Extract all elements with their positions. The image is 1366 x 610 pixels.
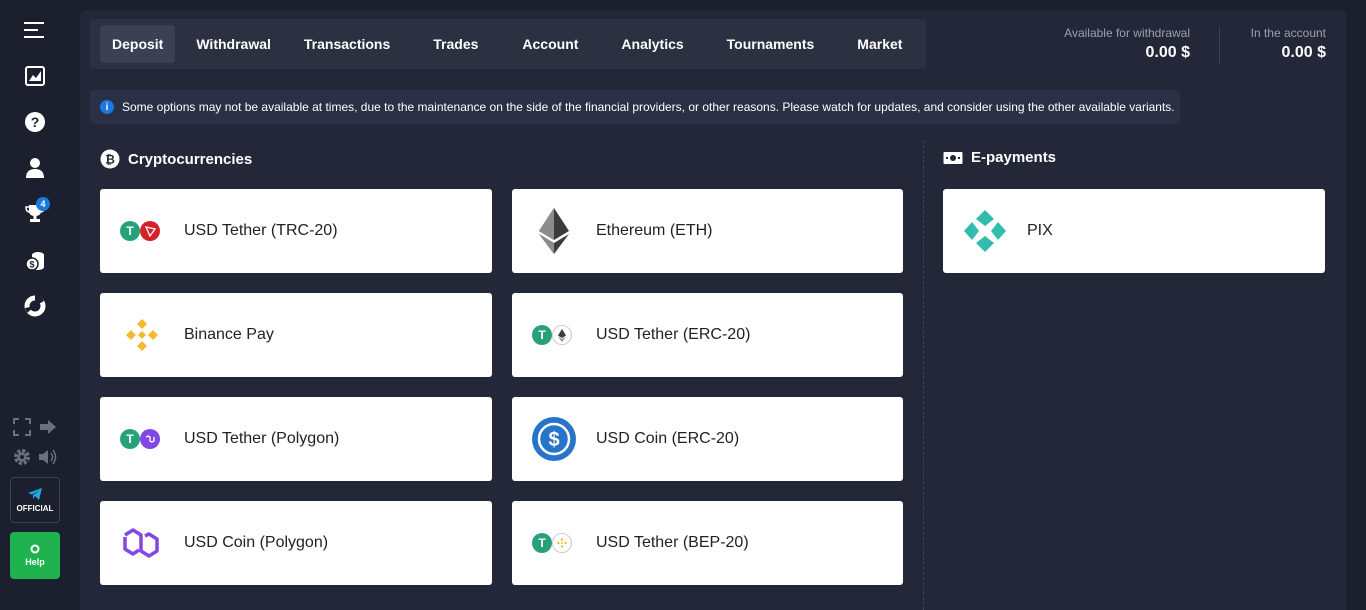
pix-icon bbox=[953, 189, 1017, 273]
usdt-bep20-icon: T bbox=[522, 501, 586, 585]
user-icon[interactable] bbox=[22, 155, 48, 181]
maintenance-notice: i Some options may not be available at t… bbox=[90, 90, 1180, 124]
tab-tournaments[interactable]: Tournaments bbox=[715, 25, 827, 63]
svg-text:₿: ₿ bbox=[105, 153, 115, 167]
official-telegram-button[interactable]: OFFICIAL bbox=[10, 477, 60, 523]
payment-usdt-polygon[interactable]: T USD Tether (Polygon) bbox=[100, 397, 492, 481]
tab-analytics[interactable]: Analytics bbox=[609, 25, 695, 63]
account-balance-label: In the account bbox=[1250, 26, 1326, 40]
tab-account[interactable]: Account bbox=[510, 25, 590, 63]
card-label: PIX bbox=[1027, 222, 1053, 239]
usdt-erc20-icon: T bbox=[522, 293, 586, 377]
withdrawal-balance: Available for withdrawal 0.00 $ bbox=[1064, 26, 1190, 62]
epayments-section-title: E-payments bbox=[943, 149, 1056, 166]
pie-chart-icon[interactable] bbox=[22, 293, 48, 319]
tab-deposit[interactable]: Deposit bbox=[100, 25, 176, 63]
balance-divider bbox=[1219, 26, 1220, 64]
account-balance: In the account 0.00 $ bbox=[1251, 26, 1326, 62]
card-label: Binance Pay bbox=[184, 326, 274, 343]
payment-usdc-erc20[interactable]: $ USD Coin (ERC-20) bbox=[512, 397, 903, 481]
card-label: USD Tether (ERC-20) bbox=[596, 326, 751, 343]
svg-text:$: $ bbox=[548, 429, 559, 451]
cash-icon bbox=[943, 151, 963, 164]
online-dot-icon bbox=[30, 544, 40, 554]
notice-text: Some options may not be available at tim… bbox=[122, 100, 1175, 114]
section-divider bbox=[923, 140, 924, 610]
payment-usdc-polygon[interactable]: USD Coin (Polygon) bbox=[100, 501, 492, 585]
polygon-icon bbox=[110, 501, 174, 585]
tab-transactions[interactable]: Transactions bbox=[292, 25, 402, 63]
help-button[interactable]: Help bbox=[10, 532, 60, 579]
menu-icon[interactable] bbox=[22, 17, 48, 43]
payment-eth[interactable]: Ethereum (ETH) bbox=[512, 189, 903, 273]
epayments-title: E-payments bbox=[971, 149, 1057, 166]
bitcoin-icon: ₿ bbox=[100, 149, 120, 169]
payment-usdt-bep20[interactable]: T USD Tether (BEP-20) bbox=[512, 501, 903, 585]
tab-trades[interactable]: Trades bbox=[421, 25, 490, 63]
svg-text:$: $ bbox=[29, 260, 34, 270]
card-label: USD Coin (Polygon) bbox=[184, 534, 329, 551]
sound-icon[interactable] bbox=[38, 448, 58, 471]
logout-icon[interactable] bbox=[39, 418, 57, 441]
settings-icon[interactable] bbox=[13, 448, 31, 471]
binance-icon bbox=[110, 293, 174, 377]
usdt-trc20-icon: T bbox=[110, 189, 174, 273]
crypto-title: Cryptocurrencies bbox=[128, 150, 253, 168]
fullscreen-icon[interactable] bbox=[13, 418, 31, 441]
tabs-bar: Deposit Withdrawal Transactions Trades A… bbox=[90, 19, 926, 69]
card-label: USD Coin (ERC-20) bbox=[596, 430, 740, 447]
withdrawal-balance-value: 0.00 $ bbox=[1145, 44, 1190, 61]
card-label: Ethereum (ETH) bbox=[596, 222, 713, 239]
chart-icon[interactable] bbox=[22, 63, 48, 89]
usdc-icon: $ bbox=[522, 397, 586, 481]
svg-text:?: ? bbox=[31, 114, 40, 130]
trophy-badge: 4 bbox=[36, 197, 50, 211]
payment-usdt-trc20[interactable]: T USD Tether (TRC-20) bbox=[100, 189, 492, 273]
card-label: USD Tether (Polygon) bbox=[184, 430, 340, 447]
payment-pix[interactable]: PIX bbox=[943, 189, 1325, 273]
ethereum-icon bbox=[522, 189, 586, 273]
coins-icon[interactable]: $ bbox=[22, 248, 48, 274]
official-label: OFFICIAL bbox=[16, 503, 54, 513]
payment-binance-pay[interactable]: Binance Pay bbox=[100, 293, 492, 377]
withdrawal-balance-label: Available for withdrawal bbox=[1064, 26, 1190, 40]
info-icon: i bbox=[100, 100, 114, 114]
card-label: USD Tether (TRC-20) bbox=[184, 222, 338, 239]
usdt-polygon-icon: T bbox=[110, 397, 174, 481]
tab-market[interactable]: Market bbox=[845, 25, 914, 63]
sidebar: ? 4 $ OFFICIAL Help bbox=[0, 0, 70, 599]
tab-withdrawal[interactable]: Withdrawal bbox=[184, 25, 283, 63]
account-balance-value: 0.00 $ bbox=[1281, 44, 1326, 61]
main-panel: Deposit Withdrawal Transactions Trades A… bbox=[80, 10, 1346, 610]
payment-usdt-erc20[interactable]: T USD Tether (ERC-20) bbox=[512, 293, 903, 377]
help-label: Help bbox=[25, 557, 45, 567]
help-icon[interactable]: ? bbox=[22, 109, 48, 135]
card-label: USD Tether (BEP-20) bbox=[596, 534, 749, 551]
telegram-icon bbox=[28, 487, 42, 500]
crypto-section-title: ₿ Cryptocurrencies bbox=[100, 149, 252, 169]
